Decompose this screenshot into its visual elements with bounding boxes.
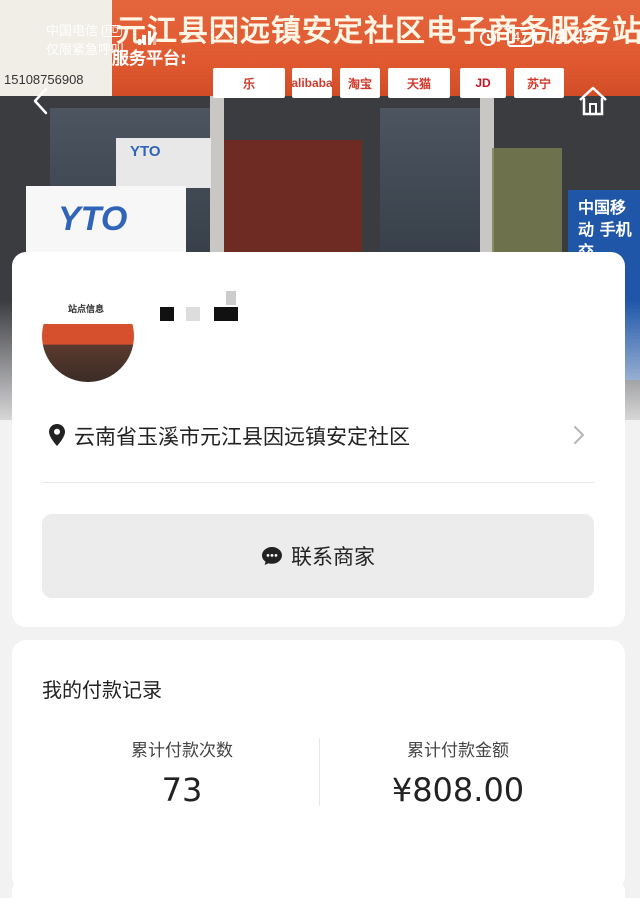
avatar-photo [42, 324, 134, 382]
status-carrier: 中国电信 HD [46, 20, 122, 39]
avatar-label: 站点信息 [68, 305, 105, 315]
status-right: 47 14:48 [479, 26, 596, 47]
location-pin-icon [49, 424, 65, 446]
payment-count-stat: 累计付款次数 73 [42, 736, 322, 809]
partner-logo: JD [460, 68, 506, 98]
store-address[interactable]: 云南省玉溪市元江县因远镇安定社区 [74, 421, 410, 451]
yto-sign-small-text: YTO [130, 143, 161, 160]
chevron-right-icon[interactable] [572, 424, 586, 446]
carrier-name: 中国电信 [46, 24, 99, 39]
chat-bubble-icon [262, 547, 282, 565]
store-avatar: 站点信息 [42, 290, 134, 382]
signal-icon [138, 27, 156, 45]
signboard-phone: 15108756908 [4, 72, 84, 87]
partner-logo: 天猫 [388, 68, 450, 98]
payment-record-title: 我的付款记录 [42, 678, 162, 702]
store-poster [492, 148, 562, 258]
yto-sign-text: YTO [58, 200, 128, 238]
divider [42, 482, 594, 483]
hd-badge: HD [102, 25, 122, 37]
contact-merchant-button[interactable]: 联系商家 [42, 514, 594, 598]
payment-count-value: 73 [161, 771, 203, 809]
payment-amount-value: ¥808.00 [391, 771, 525, 809]
partner-logo: 淘宝 [340, 68, 380, 98]
payment-amount-label: 累计付款金额 [407, 741, 509, 761]
partner-logo: alibaba [291, 68, 333, 98]
home-button[interactable] [576, 84, 610, 118]
partner-logo: 乐 [213, 68, 285, 98]
payment-amount-stat: 累计付款金额 ¥808.00 [318, 736, 598, 809]
alarm-icon [479, 29, 496, 46]
emergency-call-text: 仅限紧急呼叫 [46, 43, 125, 58]
back-button[interactable] [26, 86, 56, 116]
partner-logo: 苏宁 [514, 68, 564, 98]
battery-indicator: 47 [506, 26, 538, 47]
payment-count-label: 累计付款次数 [131, 741, 233, 761]
next-card-edge [12, 878, 625, 898]
contact-merchant-label: 联系商家 [291, 545, 375, 569]
status-time: 14:48 [544, 26, 596, 47]
